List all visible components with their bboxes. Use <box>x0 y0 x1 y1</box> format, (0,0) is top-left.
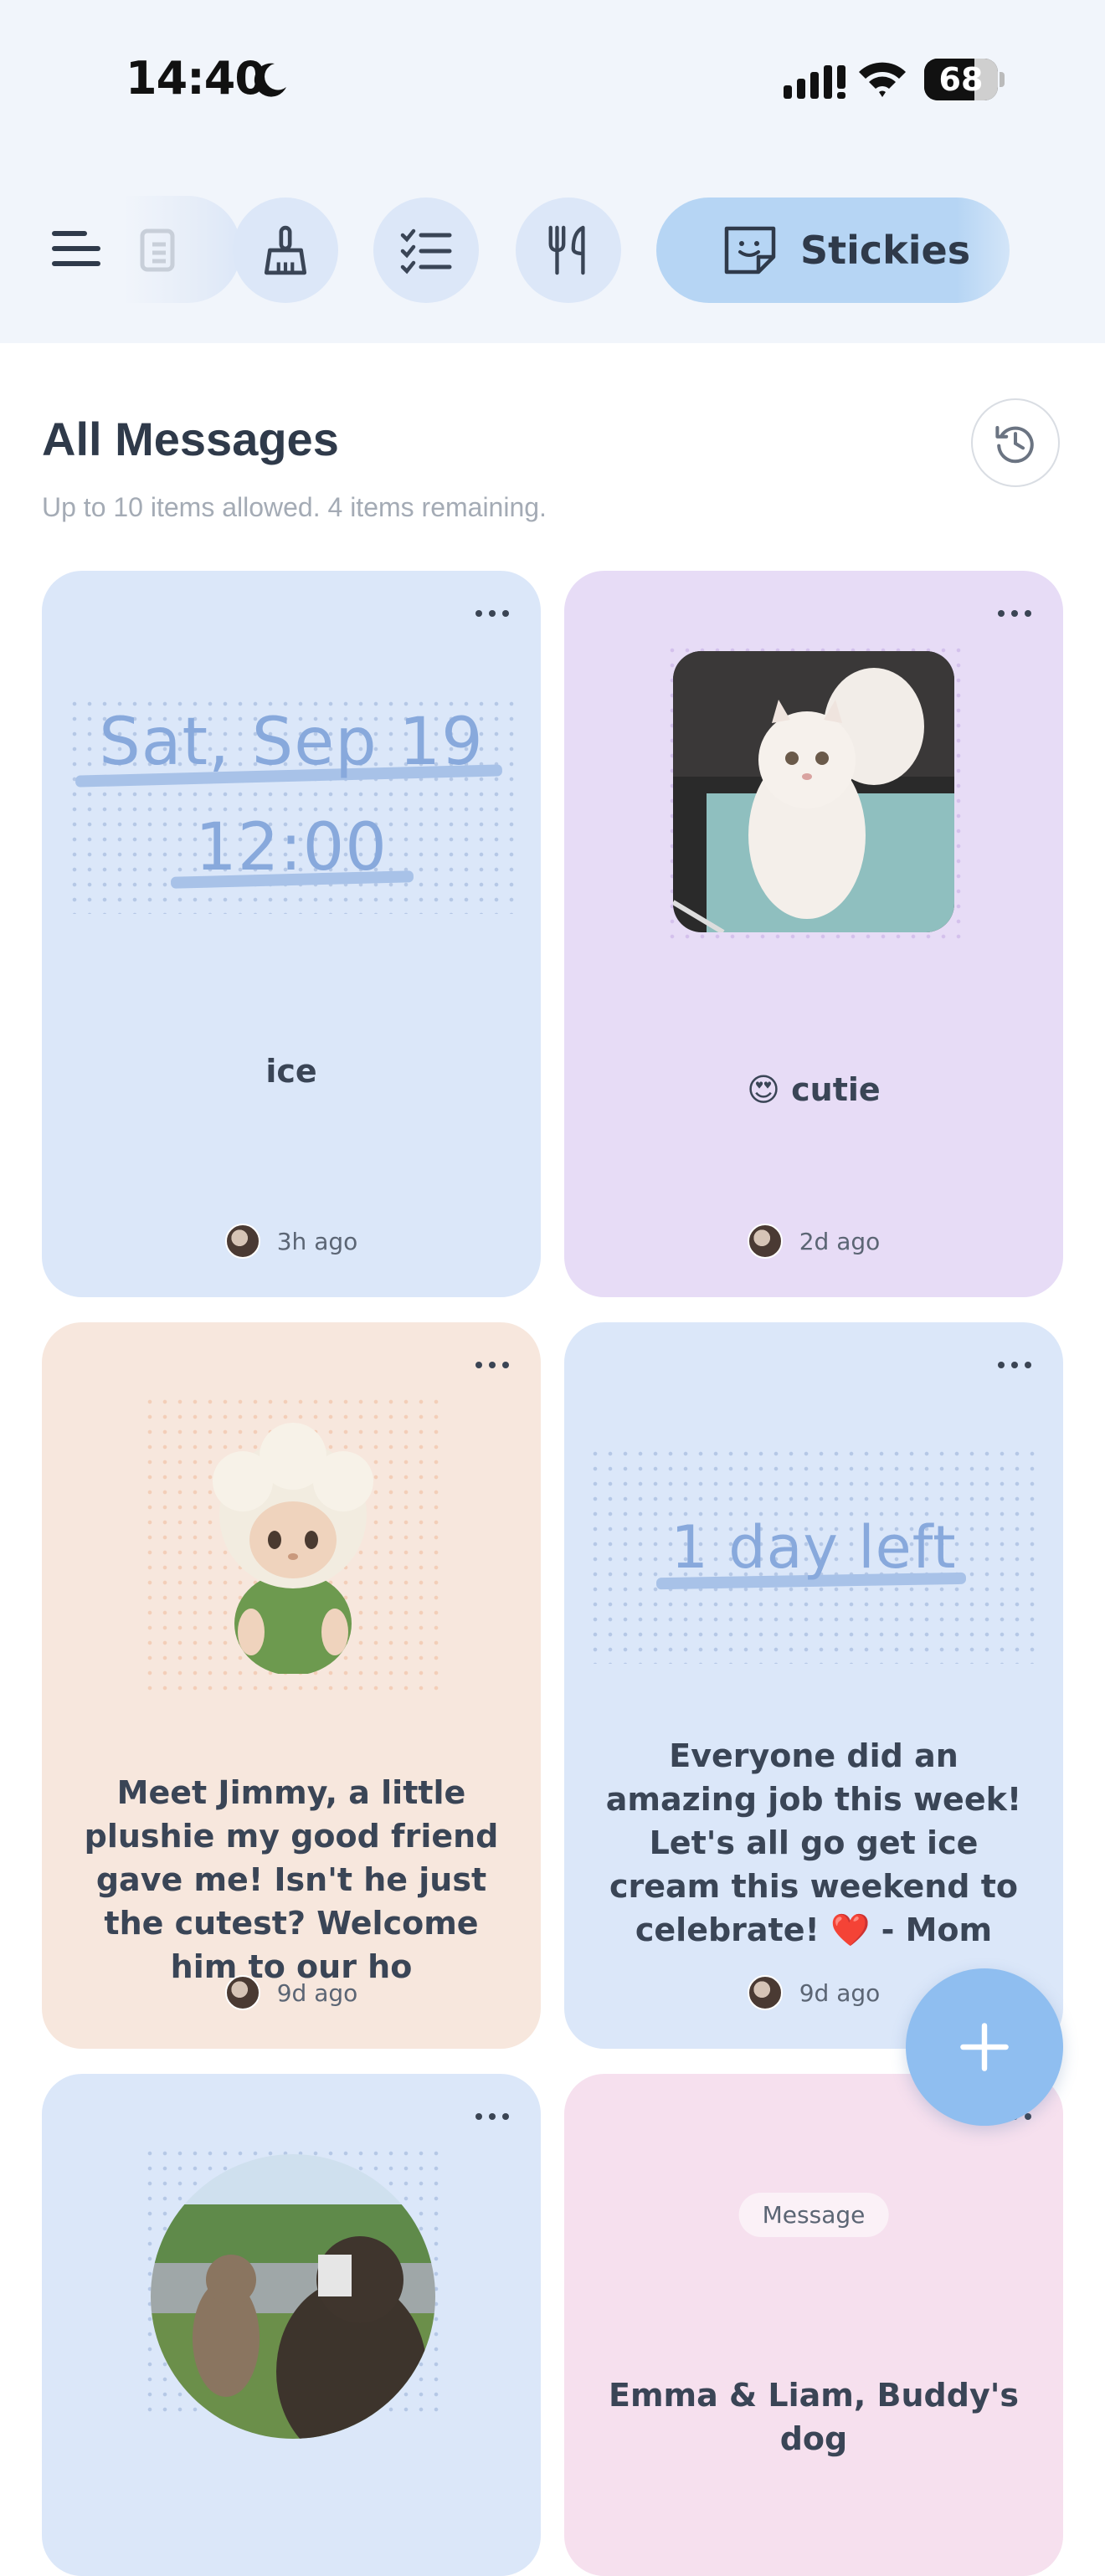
moon-icon <box>254 63 286 97</box>
tab-stickies-label: Stickies <box>800 228 971 273</box>
more-icon[interactable] <box>475 1356 516 1368</box>
add-sticky-button[interactable] <box>906 1968 1063 2126</box>
more-icon[interactable] <box>475 604 516 617</box>
cat-photo <box>673 651 954 932</box>
card-message: cutie <box>791 1071 881 1108</box>
wifi-icon <box>859 62 906 97</box>
countdown-text: 1 day left <box>671 1513 957 1582</box>
avatar <box>747 1975 783 2010</box>
sticky-card[interactable]: Meet Jimmy, a little plushie my good fri… <box>42 1322 541 2049</box>
message-badge: Message <box>738 2193 889 2237</box>
page-subtitle: Up to 10 items allowed. 4 items remainin… <box>42 492 547 522</box>
fork-knife-icon <box>548 225 585 275</box>
card-message: Meet Jimmy, a little plushie my good fri… <box>84 1774 499 1985</box>
cats-photo <box>151 2154 435 2439</box>
avatar <box>747 1224 783 1259</box>
card-footer: 9d ago <box>42 1975 541 2010</box>
sticky-card[interactable]: Sat, Sep 19 12:00 ice 3h ago <box>42 571 541 1297</box>
tab-meals[interactable] <box>516 198 621 303</box>
avatar <box>224 1975 260 2010</box>
card-time-ago: 9d ago <box>276 1978 358 2007</box>
signal-icon <box>784 65 845 99</box>
status-time: 14:40 <box>126 52 266 105</box>
sticky-card[interactable] <box>42 2074 541 2576</box>
card-message: Everyone did an amazing job this week! L… <box>605 1737 1022 1948</box>
card-message: Emma & Liam, Buddy's dog <box>609 2377 1019 2457</box>
card-message-row: 😍 cutie <box>598 1068 1030 1111</box>
sticky-note-icon <box>724 226 776 275</box>
more-icon[interactable] <box>998 1356 1038 1368</box>
more-icon[interactable] <box>475 2107 516 2120</box>
card-time: 12:00 <box>195 810 388 885</box>
checklist-icon <box>400 228 452 275</box>
more-icon[interactable] <box>998 604 1038 617</box>
clipboard-icon <box>140 228 175 272</box>
page-title: All Messages <box>42 413 339 465</box>
battery-icon: 68 <box>924 59 998 100</box>
sticky-card[interactable]: 😍 cutie 2d ago <box>564 571 1063 1297</box>
battery-level: 68 <box>938 61 984 98</box>
card-footer: 2d ago <box>564 1224 1063 1259</box>
tab-chores[interactable] <box>233 198 338 303</box>
card-time-ago: 2d ago <box>799 1227 881 1255</box>
card-time-ago: 9d ago <box>799 1978 881 2007</box>
tab-lists[interactable] <box>373 198 479 303</box>
sticky-card[interactable]: 1 day left Everyone did an amazing job t… <box>564 1322 1063 2049</box>
history-button[interactable] <box>971 398 1060 487</box>
plushie-photo <box>201 1423 385 1674</box>
battery-tip <box>1000 72 1005 87</box>
menu-icon[interactable] <box>52 231 100 269</box>
tab-stickies[interactable]: Stickies <box>656 198 1010 303</box>
sticky-card[interactable]: Message Emma & Liam, Buddy's dog <box>564 2074 1063 2576</box>
history-icon <box>995 425 1034 464</box>
broom-icon <box>264 225 307 275</box>
avatar <box>224 1224 260 1259</box>
card-time-ago: 3h ago <box>276 1227 358 1255</box>
card-footer: 3h ago <box>42 1224 541 1259</box>
card-message: ice <box>265 1053 317 1090</box>
tab-notes[interactable] <box>124 196 241 303</box>
plus-icon <box>960 2023 1009 2071</box>
heart-eyes-emoji: 😍 <box>747 1071 780 1108</box>
card-date: Sat, Sep 19 <box>99 705 484 780</box>
